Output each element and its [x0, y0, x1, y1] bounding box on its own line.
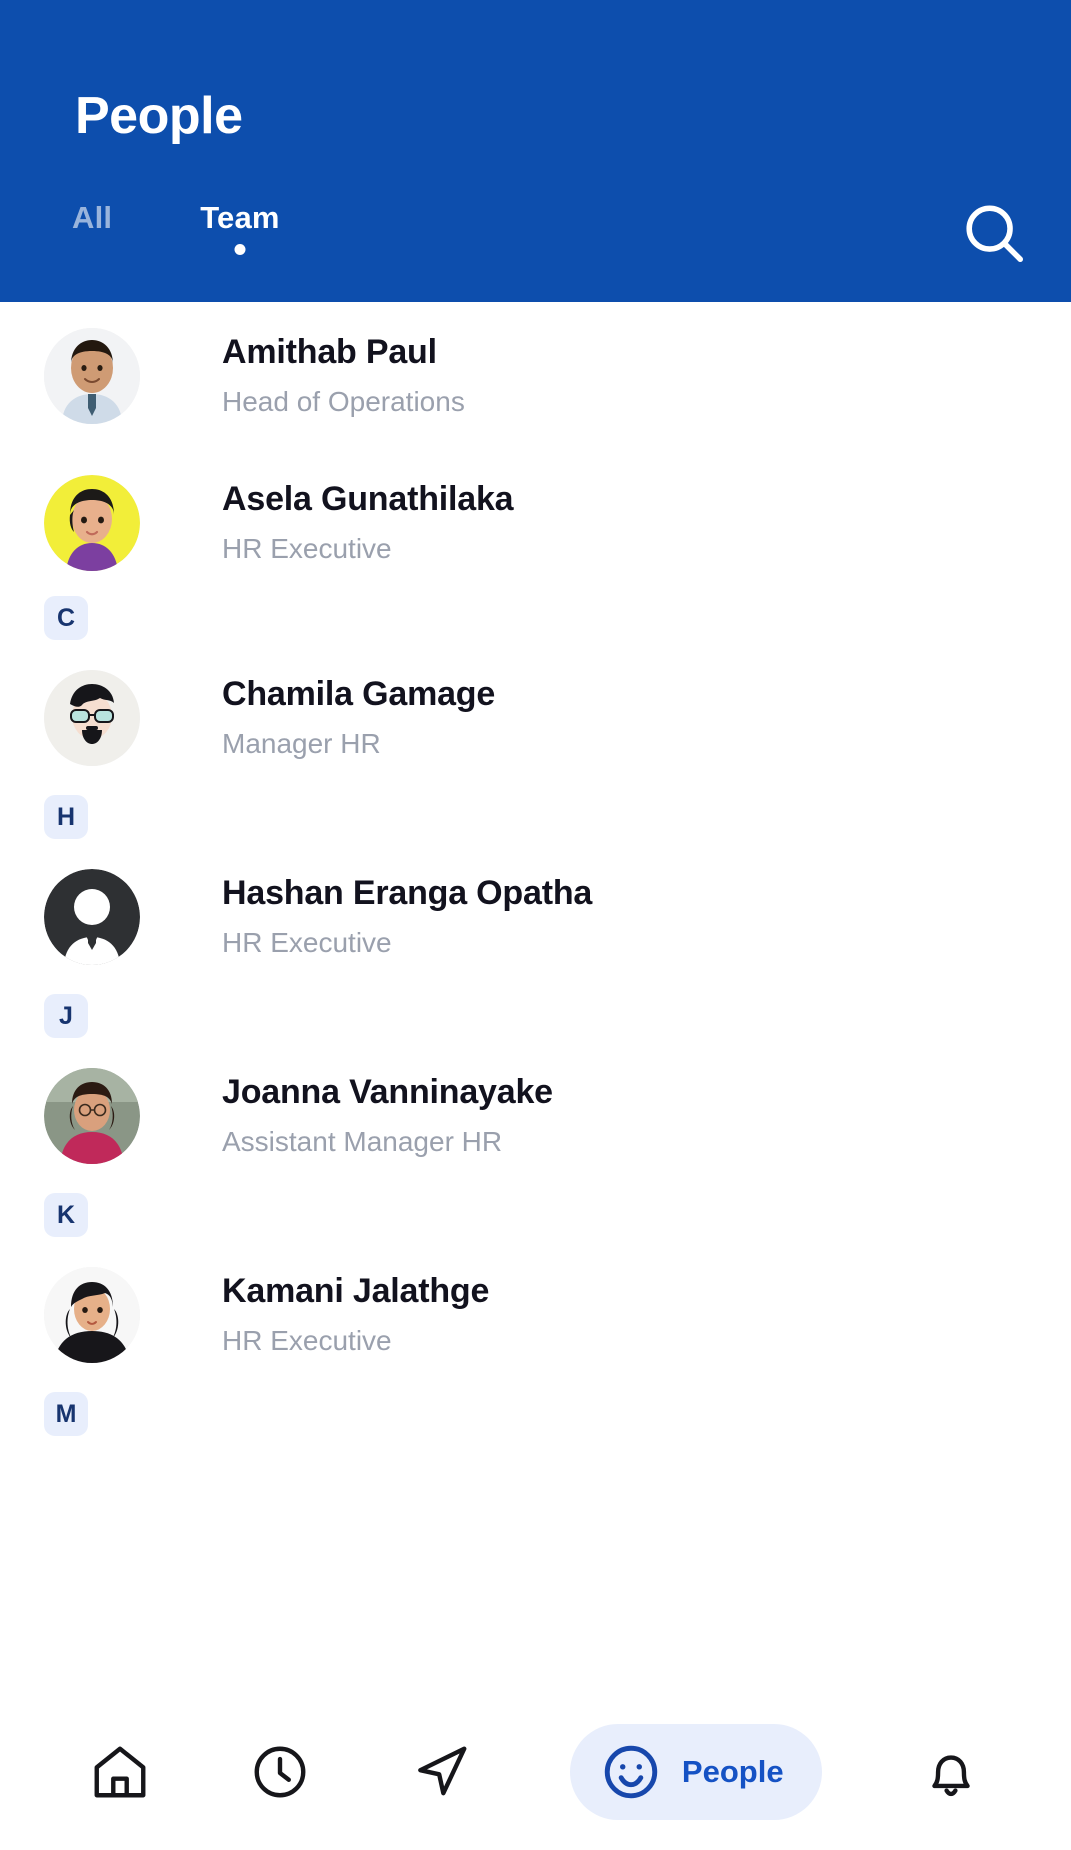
- people-screen: People All Team Amithab Paul Head of Ope…: [0, 0, 1071, 1850]
- list-item[interactable]: Chamila Gamage Manager HR: [0, 640, 1071, 795]
- person-role: HR Executive: [222, 926, 392, 958]
- person-name: Amithab Paul: [222, 333, 437, 372]
- person-info: Hashan Eranga Opatha HR Executive: [222, 874, 592, 959]
- person-info: Asela Gunathilaka HR Executive: [222, 480, 514, 565]
- nav-item-history[interactable]: [249, 1724, 311, 1820]
- person-role: Manager HR: [222, 727, 381, 759]
- avatar: [44, 475, 140, 571]
- section-header-j: J: [44, 994, 88, 1038]
- person-info: Amithab Paul Head of Operations: [222, 333, 465, 418]
- person-info: Kamani Jalathge HR Executive: [222, 1272, 489, 1357]
- bell-icon: [920, 1741, 982, 1803]
- list-item[interactable]: Amithab Paul Head of Operations: [0, 302, 1071, 450]
- person-role: Head of Operations: [222, 386, 465, 418]
- person-info: Joanna Vanninayake Assistant Manager HR: [222, 1073, 553, 1158]
- tab-team[interactable]: Team: [200, 200, 280, 255]
- bottom-navigation: People: [0, 1694, 1071, 1850]
- navigation-arrow-icon: [410, 1741, 472, 1803]
- tab-indicator-dot: [234, 244, 246, 255]
- person-name: Asela Gunathilaka: [222, 480, 514, 519]
- person-info: Chamila Gamage Manager HR: [222, 675, 495, 760]
- nav-item-navigate[interactable]: [410, 1724, 472, 1820]
- tab-bar: All Team: [72, 200, 368, 255]
- avatar: [44, 868, 140, 965]
- avatar: [44, 1266, 140, 1363]
- avatar: [44, 1067, 140, 1164]
- list-item[interactable]: Hashan Eranga Opatha HR Executive: [0, 839, 1071, 994]
- clock-icon: [249, 1741, 311, 1803]
- nav-item-home[interactable]: [89, 1724, 151, 1820]
- person-role: Assistant Manager HR: [222, 1125, 503, 1157]
- app-header: People All Team: [0, 0, 1071, 302]
- list-item[interactable]: Kamani Jalathge HR Executive: [0, 1237, 1071, 1392]
- avatar: [44, 328, 140, 424]
- nav-item-people-label: People: [681, 1754, 784, 1789]
- tab-all-label: All: [72, 200, 113, 235]
- section-header-m: M: [44, 1392, 88, 1436]
- nav-item-notifications[interactable]: [920, 1724, 982, 1820]
- list-item[interactable]: Asela Gunathilaka HR Executive: [0, 450, 1071, 596]
- person-name: Hashan Eranga Opatha: [222, 873, 593, 912]
- tab-team-label: Team: [200, 200, 280, 235]
- person-name: Kamani Jalathge: [222, 1271, 490, 1310]
- people-list[interactable]: Amithab Paul Head of Operations Asela Gu…: [0, 302, 1071, 1694]
- section-header-c: C: [44, 596, 88, 640]
- person-role: HR Executive: [222, 533, 392, 565]
- list-item[interactable]: Joanna Vanninayake Assistant Manager HR: [0, 1038, 1071, 1193]
- avatar: [44, 669, 140, 766]
- tab-all[interactable]: All: [72, 200, 112, 236]
- home-icon: [89, 1741, 151, 1803]
- page-title: People: [75, 87, 243, 145]
- section-header-k: K: [44, 1193, 88, 1237]
- person-name: Joanna Vanninayake: [222, 1072, 553, 1111]
- nav-item-people[interactable]: People: [569, 1724, 822, 1820]
- section-header-h: H: [44, 795, 88, 839]
- smiley-icon: [600, 1741, 662, 1803]
- person-name: Chamila Gamage: [222, 674, 496, 713]
- search-icon[interactable]: [959, 198, 1029, 268]
- person-role: HR Executive: [222, 1324, 392, 1356]
